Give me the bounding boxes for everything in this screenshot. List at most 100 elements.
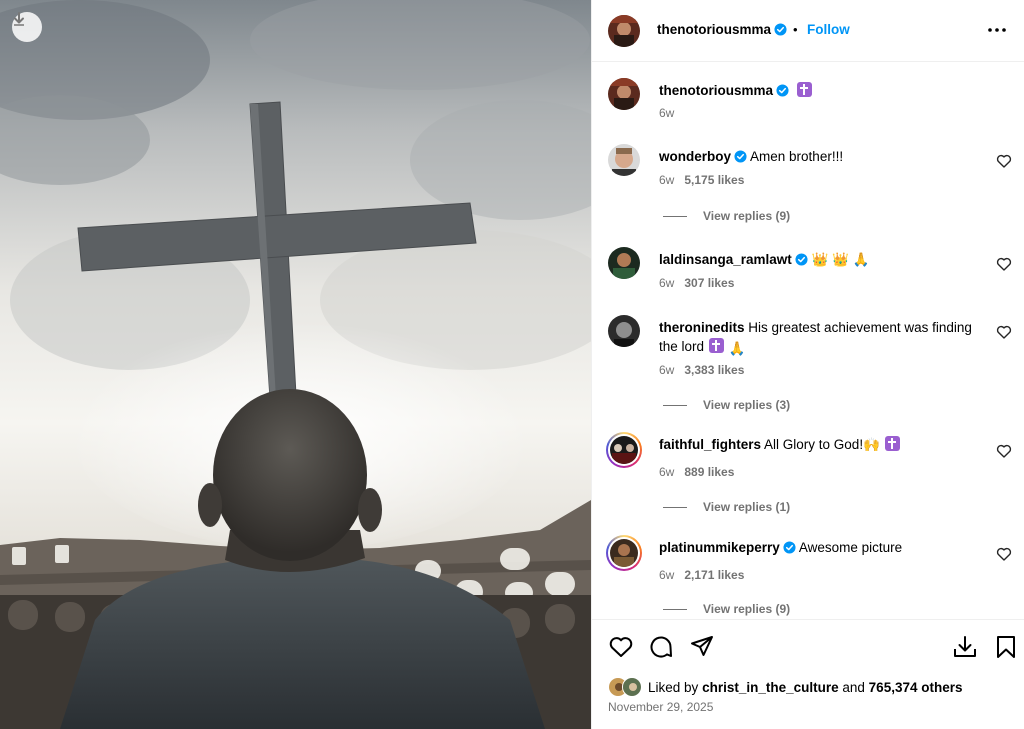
post-actions: Liked by christ_in_the_culture and 765,3… xyxy=(592,619,1024,729)
commenter-avatar xyxy=(610,539,638,567)
view-replies-label: View replies (1) xyxy=(703,500,791,514)
liked-avatar xyxy=(622,677,642,697)
liked-by-user[interactable]: christ_in_the_culture xyxy=(702,680,839,695)
liked-by-count[interactable]: 765,374 others xyxy=(869,680,963,695)
avatar-image xyxy=(608,315,640,347)
caption-username[interactable]: thenotoriousmma xyxy=(659,83,773,98)
comment-meta: 6w 889 likes xyxy=(659,465,734,479)
comment-username[interactable]: platinummikeperry xyxy=(659,540,780,555)
replies-line xyxy=(663,215,687,217)
story-ring-inner xyxy=(608,434,640,466)
comment-body: 👑 👑 🙏 xyxy=(811,252,870,267)
view-replies-button[interactable]: View replies (3) xyxy=(663,398,790,412)
latin-cross-emoji xyxy=(708,338,724,353)
caption-author-avatar[interactable] xyxy=(608,78,640,110)
comment-text: theroninedits His greatest achievement w… xyxy=(659,318,979,358)
view-replies-button[interactable]: View replies (9) xyxy=(663,209,790,223)
verified-badge-icon xyxy=(783,541,796,554)
more-options-button[interactable] xyxy=(985,18,1009,42)
caption-text: thenotoriousmma xyxy=(659,81,979,100)
download-icon xyxy=(14,12,24,26)
latin-cross-emoji xyxy=(884,436,900,451)
view-replies-label: View replies (3) xyxy=(703,398,791,412)
avatar-image xyxy=(608,247,640,279)
comment-text: laldinsanga_ramlawt 👑 👑 🙏 xyxy=(659,250,979,269)
commenter-avatar[interactable] xyxy=(608,315,640,347)
comment-likes[interactable]: 3,383 likes xyxy=(684,363,744,377)
avatar-image xyxy=(608,144,640,176)
liked-by-and: and xyxy=(842,679,865,695)
replies-line xyxy=(663,506,687,508)
comment-body: All Glory to God!🙌 xyxy=(764,437,880,452)
view-replies-button[interactable]: View replies (9) xyxy=(663,602,790,616)
comment-time: 6w xyxy=(659,173,675,187)
commenter-avatar[interactable] xyxy=(608,247,640,279)
verified-badge-icon xyxy=(776,84,789,97)
replies-line xyxy=(663,608,687,610)
comment-heart-icon[interactable] xyxy=(996,546,1012,562)
comment-username[interactable]: theroninedits xyxy=(659,320,745,335)
heart-icon[interactable] xyxy=(608,634,634,660)
liked-by-avatars[interactable] xyxy=(608,677,646,697)
comment-icon[interactable] xyxy=(648,634,674,660)
comment-body: Awesome picture xyxy=(798,540,903,555)
avatar-image xyxy=(610,539,638,567)
author-avatar[interactable] xyxy=(608,15,640,47)
comment-likes[interactable]: 2,171 likes xyxy=(684,568,744,582)
caption-time: 6w xyxy=(659,106,675,120)
comment-heart-icon[interactable] xyxy=(996,324,1012,340)
comment-likes[interactable]: 307 likes xyxy=(684,276,734,290)
verified-badge-icon xyxy=(734,150,747,163)
comment-time: 6w xyxy=(659,465,675,479)
verified-badge-icon xyxy=(774,23,787,36)
comment-heart-icon[interactable] xyxy=(996,256,1012,272)
commenter-avatar-story-ring[interactable] xyxy=(606,432,642,468)
download-button[interactable] xyxy=(12,12,42,42)
comment-username[interactable]: faithful_fighters xyxy=(659,437,761,452)
liked-by-row: Liked by christ_in_the_culture and 765,3… xyxy=(608,677,962,697)
comment-meta: 6w 307 likes xyxy=(659,276,734,290)
share-icon[interactable] xyxy=(689,634,715,660)
comment-likes[interactable]: 889 likes xyxy=(684,465,734,479)
post-photo[interactable] xyxy=(0,0,591,729)
comment-time: 6w xyxy=(659,568,675,582)
view-replies-label: View replies (9) xyxy=(703,209,791,223)
comment-time: 6w xyxy=(659,363,675,377)
follow-button[interactable]: Follow xyxy=(807,22,850,37)
author-username[interactable]: thenotoriousmma xyxy=(657,22,787,37)
comment-heart-icon[interactable] xyxy=(996,443,1012,459)
post-header: thenotoriousmma • Follow xyxy=(592,0,1024,62)
commenter-avatar xyxy=(610,436,638,464)
latin-cross-emoji xyxy=(796,82,812,97)
avatar-image xyxy=(610,436,638,464)
comment-time: 6w xyxy=(659,276,675,290)
comment-meta: 6w 2,171 likes xyxy=(659,568,744,582)
more-options-icon xyxy=(988,28,1006,32)
avatar-image xyxy=(623,678,641,696)
separator-dot: • xyxy=(793,22,798,37)
avatar-image xyxy=(608,15,640,47)
comment-heart-icon[interactable] xyxy=(996,153,1012,169)
story-ring-inner xyxy=(608,537,640,569)
comment-text: platinummikeperry Awesome picture xyxy=(659,538,979,557)
commenter-avatar[interactable] xyxy=(608,144,640,176)
comment-body: Amen brother!!! xyxy=(750,149,844,164)
bookmark-icon[interactable] xyxy=(993,634,1019,660)
view-replies-button[interactable]: View replies (1) xyxy=(663,500,790,514)
comment-username[interactable]: wonderboy xyxy=(659,149,731,164)
post-date[interactable]: November 29, 2025 xyxy=(608,700,713,714)
comment-meta: 6w 5,175 likes xyxy=(659,173,744,187)
comments-list: thenotoriousmma 6w wonderboy Amen brothe… xyxy=(592,63,1024,619)
praying-hands-emoji: 🙏 xyxy=(728,341,746,356)
comment-username[interactable]: laldinsanga_ramlawt xyxy=(659,252,792,267)
comment-meta: 6w 3,383 likes xyxy=(659,363,744,377)
commenter-avatar-story-ring[interactable] xyxy=(606,535,642,571)
verified-badge-icon xyxy=(795,253,808,266)
post-side-panel: thenotoriousmma • Follow thenotoriousmma xyxy=(591,0,1024,729)
download-icon[interactable] xyxy=(952,634,978,660)
post-image xyxy=(0,0,591,729)
comment-likes[interactable]: 5,175 likes xyxy=(684,173,744,187)
comment-text: wonderboy Amen brother!!! xyxy=(659,147,979,166)
comment-text: faithful_fighters All Glory to God!🙌 xyxy=(659,435,979,454)
avatar-image xyxy=(608,78,640,110)
